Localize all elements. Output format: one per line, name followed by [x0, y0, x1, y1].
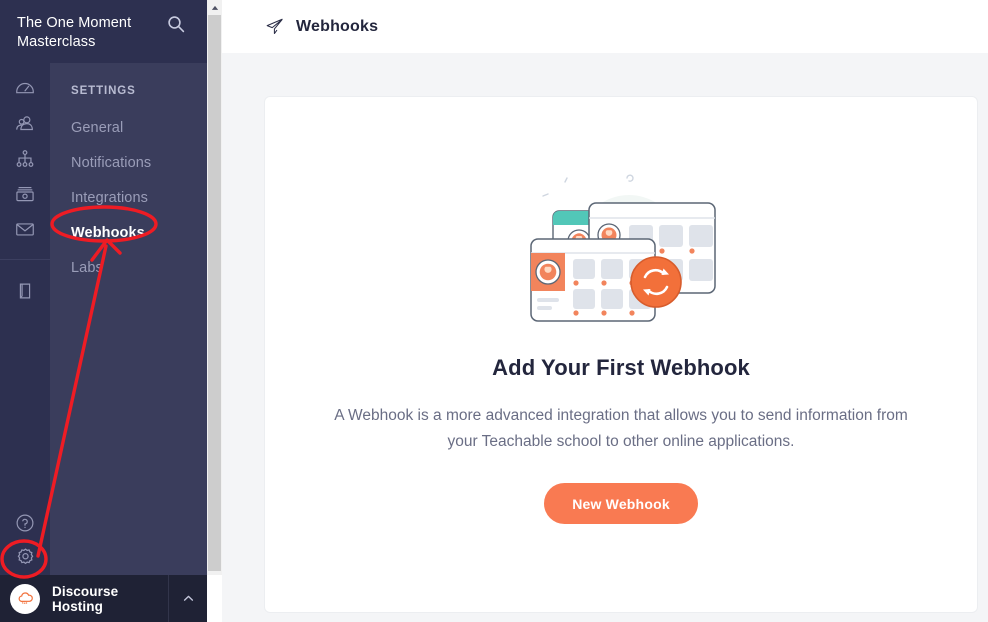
app-root: The One Moment Masterclass SETTINGS Gene… — [0, 0, 988, 622]
webhook-sync-cards-illustration — [530, 174, 716, 322]
sidebar-item-notifications[interactable]: Notifications — [71, 146, 207, 181]
scrollbar-thumb[interactable] — [208, 15, 221, 571]
page-header: Webhooks — [222, 0, 988, 53]
sidebar-item-sitemap[interactable] — [0, 141, 50, 176]
brand-header: The One Moment Masterclass — [0, 0, 207, 63]
page-title: Webhooks — [296, 17, 379, 35]
sidebar-item-library[interactable] — [0, 273, 50, 308]
sidebar-item-labs[interactable]: Labs — [71, 251, 207, 286]
school-title: The One Moment Masterclass — [17, 15, 132, 50]
user-account-bar[interactable]: Discourse Hosting — [0, 575, 207, 622]
new-webhook-button[interactable]: New Webhook — [544, 483, 698, 524]
user-name: Discourse Hosting — [52, 583, 119, 614]
sidebar-item-general[interactable]: General — [71, 111, 207, 146]
search-icon[interactable] — [167, 15, 185, 33]
sidebar-item-help[interactable] — [0, 505, 50, 540]
sidebar-item-integrations[interactable]: Integrations — [71, 181, 207, 216]
sidebar-item-webhooks[interactable]: Webhooks — [71, 216, 207, 251]
left-sidebar: The One Moment Masterclass SETTINGS Gene… — [0, 0, 207, 622]
sidebar-item-emails[interactable] — [0, 211, 50, 246]
sidebar-item-settings[interactable] — [0, 540, 50, 575]
paper-plane-icon — [265, 17, 284, 36]
sidebar-item-dashboard[interactable] — [0, 71, 50, 106]
icon-rail — [0, 63, 50, 622]
rail-bottom-group — [0, 505, 50, 575]
avatar — [10, 583, 40, 614]
main-content: Webhooks Add Your First Webhook A Webhoo… — [222, 0, 988, 622]
sidebar-scrollbar[interactable] — [207, 0, 222, 575]
empty-state-card: Add Your First Webhook A Webhook is a mo… — [264, 96, 978, 613]
empty-state-description: A Webhook is a more advanced integration… — [334, 407, 908, 450]
chevron-up-icon[interactable] — [168, 575, 207, 622]
empty-state-title: Add Your First Webhook — [492, 355, 750, 380]
settings-submenu: SETTINGS General Notifications Integrati… — [50, 63, 207, 575]
rail-divider — [0, 259, 50, 260]
sidebar-item-sales[interactable] — [0, 176, 50, 211]
submenu-header: SETTINGS — [71, 85, 136, 97]
sidebar-item-users[interactable] — [0, 106, 50, 141]
scrollbar-up-arrow-icon[interactable] — [207, 0, 222, 15]
